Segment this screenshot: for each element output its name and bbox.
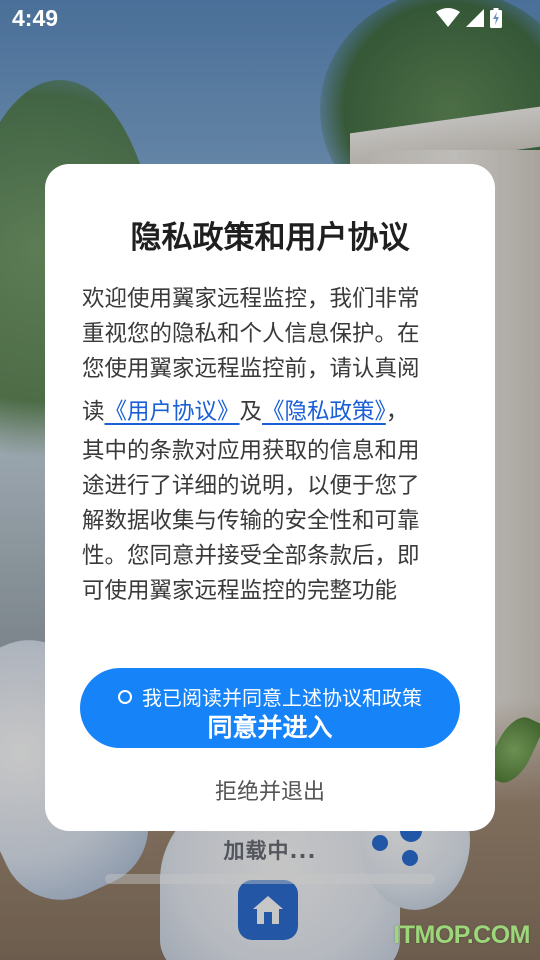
agree-and-enter-button[interactable]: 我已阅读并同意上述协议和政策 同意并进入 — [80, 668, 460, 748]
body-text: 读 — [82, 399, 105, 425]
wifi-icon — [436, 8, 460, 27]
body-line: 解数据收集与传输的安全性和可靠 — [82, 508, 420, 534]
dialog-body: 欢迎使用翼家远程监控，我们非常 重视您的隐私和个人信息保护。在 您使用翼家远程监… — [82, 282, 462, 609]
body-line: 性。您同意并接受全部条款后，即 — [82, 543, 420, 569]
agree-button-label: 同意并进入 — [207, 714, 333, 742]
body-line: 重视您的隐私和个人信息保护。在 — [82, 321, 420, 347]
body-text: 及 — [239, 399, 263, 425]
user-agreement-link[interactable]: 《用户协议》 — [105, 399, 240, 425]
consent-label: 我已阅读并同意上述协议和政策 — [142, 688, 422, 710]
body-line: 可使用翼家远程监控的完整功能 — [82, 578, 398, 604]
body-text: ， — [385, 399, 409, 425]
battery-charging-icon — [490, 8, 502, 28]
reject-and-exit-button[interactable]: 拒绝并退出 — [45, 774, 495, 806]
body-line: 其中的条款对应用获取的信息和用 — [82, 438, 420, 464]
body-line: 欢迎使用翼家远程监控，我们非常 — [82, 286, 420, 312]
signal-icon — [466, 9, 484, 27]
dialog-title: 隐私政策和用户协议 — [130, 220, 410, 256]
watermark-logo: ITMOP.COM — [393, 921, 530, 949]
body-line: 您使用翼家远程监控前，请认真阅 — [82, 356, 420, 382]
status-icons — [436, 8, 502, 28]
status-time: 4:49 — [12, 5, 59, 31]
privacy-policy-link[interactable]: 《隐私政策》 — [262, 399, 386, 425]
status-bar: 4:49 — [0, 0, 540, 38]
privacy-dialog: 隐私政策和用户协议 欢迎使用翼家远程监控，我们非常 重视您的隐私和个人信息保护。… — [45, 164, 495, 831]
consent-row[interactable]: 我已阅读并同意上述协议和政策 — [80, 682, 460, 711]
body-line: 途进行了详细的说明，以便于您了 — [82, 473, 420, 499]
body-line-links: 读《用户协议》及《隐私政策》， — [82, 395, 462, 430]
radio-unchecked-icon[interactable] — [118, 689, 132, 704]
